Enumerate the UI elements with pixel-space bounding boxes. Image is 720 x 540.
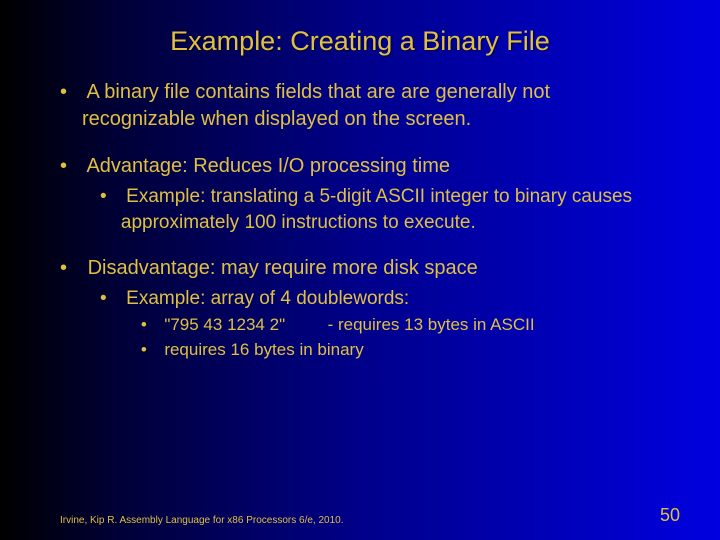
bullet-3: Disadvantage: may require more disk spac… — [60, 255, 660, 362]
page-number: 50 — [660, 505, 680, 526]
bullet-3a1-text: "795 43 1234 2" - requires 13 bytes in A… — [164, 315, 534, 334]
bullet-2-text: Advantage: Reduces I/O processing time — [86, 155, 450, 177]
bullet-3-text: Disadvantage: may require more disk spac… — [88, 257, 478, 279]
footer-citation: Irvine, Kip R. Assembly Language for x86… — [60, 515, 344, 526]
bullet-2: Advantage: Reduces I/O processing time E… — [60, 153, 660, 235]
bullet-3a: Example: array of 4 doublewords: "795 43… — [100, 286, 660, 362]
bullet-3a-text: Example: array of 4 doublewords: — [126, 288, 409, 309]
bullet-2a: Example: translating a 5-digit ASCII int… — [100, 184, 660, 235]
bullet-3a2-text: requires 16 bytes in binary — [164, 340, 363, 359]
slide-title: Example: Creating a Binary File — [0, 0, 720, 67]
bullet-3a2: requires 16 bytes in binary — [141, 339, 660, 362]
bullet-1-pre: A — [86, 81, 104, 103]
bullet-1-em: binary file — [104, 81, 190, 103]
bullet-1: A binary file contains fields that are a… — [60, 79, 660, 133]
slide: Example: Creating a Binary File A binary… — [0, 0, 720, 540]
bullet-2a-text: Example: translating a 5-digit ASCII int… — [121, 186, 632, 233]
bullet-3a1: "795 43 1234 2" - requires 13 bytes in A… — [141, 314, 660, 337]
slide-body: A binary file contains fields that are a… — [0, 67, 720, 362]
